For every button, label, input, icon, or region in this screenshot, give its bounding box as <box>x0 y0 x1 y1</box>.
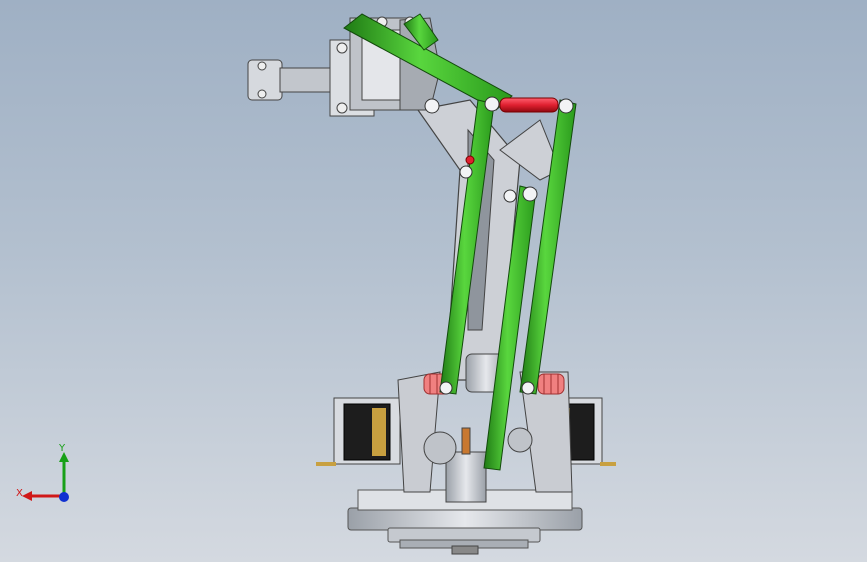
triad-axes <box>22 452 69 502</box>
orientation-triad: X Y <box>10 440 80 510</box>
z-axis-arrow <box>59 492 69 502</box>
left-servo-motor[interactable] <box>316 397 401 466</box>
x-axis-label: X <box>16 488 23 499</box>
robot-arm-model[interactable] <box>0 0 867 562</box>
elbow-red-pin[interactable] <box>499 97 559 113</box>
graphics-viewport[interactable]: X Y <box>0 0 867 562</box>
y-axis-label: Y <box>59 443 66 454</box>
right-spring <box>537 373 565 395</box>
